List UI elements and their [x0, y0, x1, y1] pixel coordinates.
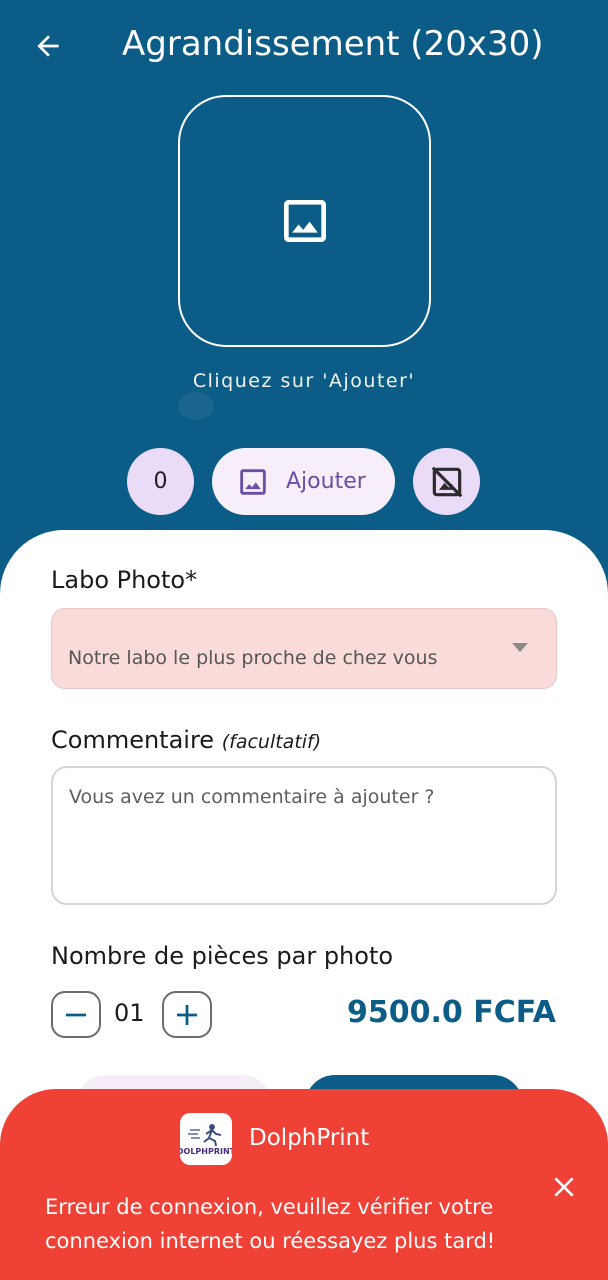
comment-input[interactable]: Vous avez un commentaire à ajouter ?: [51, 766, 557, 905]
photo-count-badge: 0: [127, 448, 194, 515]
dropdown-caret-icon: [512, 643, 528, 652]
logo-text: DOLPHPRINT: [180, 1147, 232, 1156]
image-icon: [240, 468, 266, 495]
comment-label-text: Commentaire: [51, 726, 215, 754]
pieces-label: Nombre de pièces par photo: [51, 942, 394, 970]
comment-optional-text: (facultatif): [221, 731, 322, 753]
add-photo-label: Ajouter: [286, 469, 366, 494]
close-icon: [554, 1177, 574, 1197]
price-total: 9500.0 FCFA: [347, 995, 556, 1030]
lab-label: Labo Photo*: [51, 566, 198, 594]
lab-select-placeholder: Notre labo le plus proche de chez vous: [68, 647, 438, 669]
toast-message: Erreur de connexion, veuillez vérifier v…: [45, 1195, 496, 1253]
lab-select[interactable]: Notre labo le plus proche de chez vous: [51, 608, 557, 689]
back-button[interactable]: [28, 26, 68, 66]
minus-icon: [66, 1013, 86, 1016]
photo-preview-area[interactable]: [178, 95, 431, 347]
runner-logo-icon: [188, 1124, 222, 1147]
app-logo: DOLPHPRINT: [180, 1113, 232, 1165]
quantity-value: 01: [114, 999, 145, 1027]
toast-close-button[interactable]: [546, 1169, 582, 1205]
upload-hint: Cliquez sur 'Ajouter': [192, 370, 416, 392]
arrow-left-icon: [37, 35, 59, 57]
add-photo-button[interactable]: Ajouter: [212, 448, 395, 515]
plus-icon: [177, 1004, 197, 1025]
decorative-dot: [178, 392, 214, 420]
clear-photos-button[interactable]: [413, 448, 480, 515]
app-header: Agrandissement (20x30): [0, 0, 608, 96]
comment-label: Commentaire (facultatif): [51, 726, 321, 754]
image-off-icon: [431, 466, 462, 497]
error-toast: DOLPHPRINT DolphPrint Erreur de connexio…: [0, 1089, 608, 1280]
page-title: Agrandissement (20x30): [122, 24, 544, 64]
toast-app-name: DolphPrint: [249, 1125, 370, 1151]
image-icon: [283, 200, 326, 242]
comment-placeholder: Vous avez un commentaire à ajouter ?: [69, 786, 435, 808]
increment-button[interactable]: [162, 991, 212, 1038]
decrement-button[interactable]: [51, 991, 101, 1038]
